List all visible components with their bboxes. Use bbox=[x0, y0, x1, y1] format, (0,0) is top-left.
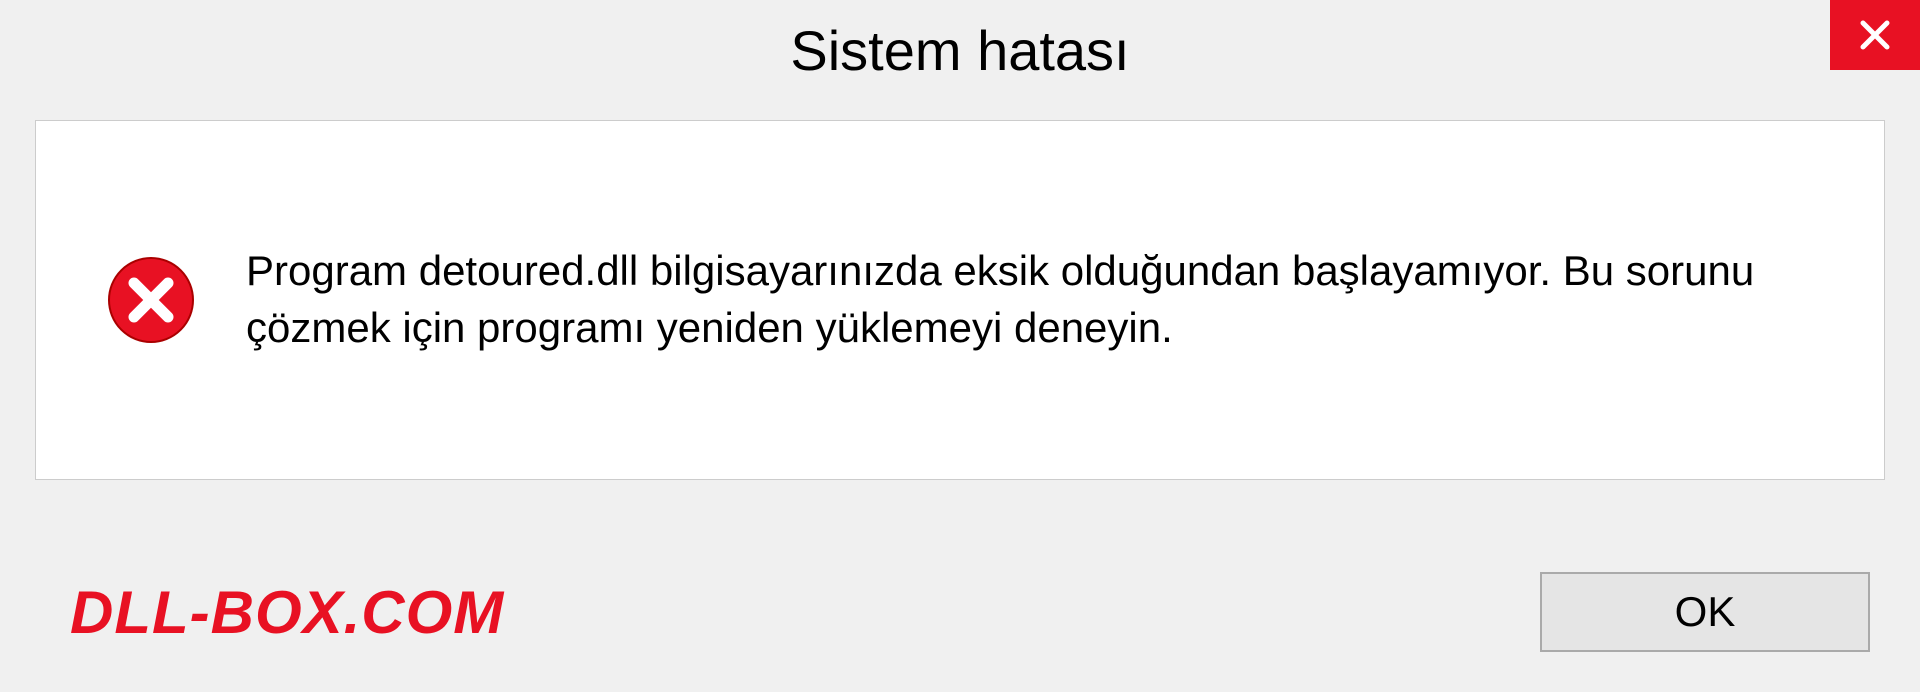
error-message: Program detoured.dll bilgisayarınızda ek… bbox=[246, 243, 1814, 356]
error-dialog: Sistem hatası Program detoured.dll bilgi… bbox=[0, 0, 1920, 692]
close-icon bbox=[1855, 15, 1895, 55]
error-icon bbox=[106, 255, 196, 345]
ok-button[interactable]: OK bbox=[1540, 572, 1870, 652]
watermark-text: DLL-BOX.COM bbox=[70, 578, 504, 647]
title-bar: Sistem hatası bbox=[0, 0, 1920, 100]
content-panel: Program detoured.dll bilgisayarınızda ek… bbox=[35, 120, 1885, 480]
bottom-bar: DLL-BOX.COM OK bbox=[0, 562, 1920, 662]
close-button[interactable] bbox=[1830, 0, 1920, 70]
dialog-title: Sistem hatası bbox=[790, 18, 1129, 83]
